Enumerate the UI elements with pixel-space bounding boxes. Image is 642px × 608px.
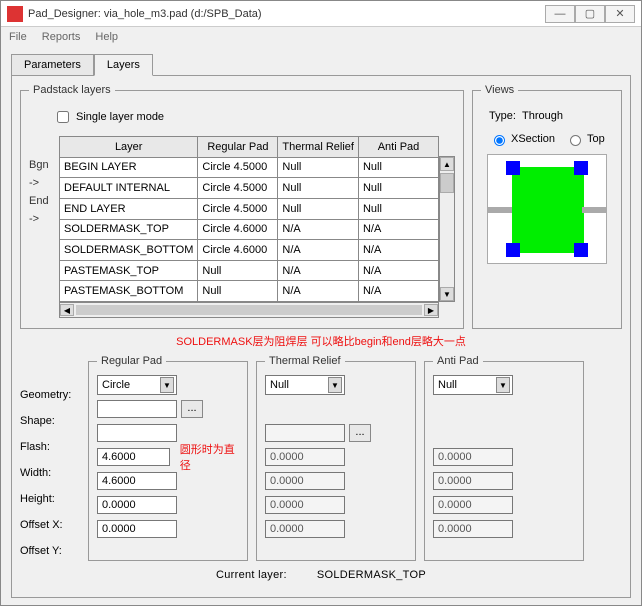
title-bar: Pad_Designer: via_hole_m3.pad (d:/SPB_Da… <box>1 1 641 27</box>
regular-offx-input[interactable]: 0.0000 <box>97 496 177 514</box>
table-row[interactable]: DEFAULT INTERNALCircle 4.5000NullNull <box>60 178 439 199</box>
regular-height-input[interactable]: 4.6000 <box>97 472 177 490</box>
radio-top[interactable]: Top <box>565 132 605 146</box>
menu-bar: File Reports Help <box>1 27 641 47</box>
annotation-soldermask: SOLDERMASK层为阻焊层 可以略比begin和end层略大一点 <box>20 333 622 349</box>
scroll-right-icon[interactable]: ▶ <box>424 304 438 316</box>
regular-width-input[interactable]: 4.6000 <box>97 448 170 466</box>
thermal-relief-group: Thermal Relief Null▼ ... 0.0000 0.0000 0… <box>256 355 416 561</box>
table-row[interactable]: PASTEMASK_TOPNullN/AN/A <box>60 260 439 281</box>
regular-offy-input[interactable]: 0.0000 <box>97 520 177 538</box>
current-layer-status: Current layer:SOLDERMASK_TOP <box>20 561 622 589</box>
anti-offx-input[interactable]: 0.0000 <box>433 496 513 514</box>
chevron-down-icon: ▼ <box>328 377 342 393</box>
annotation-diameter: 圆形时为直径 <box>180 441 239 473</box>
minimize-button[interactable]: — <box>545 5 575 23</box>
chevron-down-icon: ▼ <box>160 377 174 393</box>
anti-geometry-select[interactable]: Null▼ <box>433 375 513 395</box>
layers-table[interactable]: Layer Regular Pad Thermal Relief Anti Pa… <box>59 136 439 302</box>
browse-button[interactable]: ... <box>181 400 203 418</box>
padstack-legend: Padstack layers <box>29 84 115 96</box>
table-hscroll[interactable]: ◀ ▶ <box>59 302 439 318</box>
scroll-up-icon[interactable]: ▲ <box>440 157 454 171</box>
menu-reports[interactable]: Reports <box>42 31 81 43</box>
row-label-column: Bgn -> End -> <box>29 156 59 302</box>
menu-help[interactable]: Help <box>95 31 118 43</box>
tab-layers[interactable]: Layers <box>94 54 153 76</box>
radio-xsection[interactable]: XSection <box>489 132 555 146</box>
padstack-group: Padstack layers Single layer mode Bgn ->… <box>20 84 464 329</box>
thermal-geometry-select[interactable]: Null▼ <box>265 375 345 395</box>
app-icon <box>7 6 23 22</box>
views-group: Views Type: Through XSection Top <box>472 84 622 329</box>
tab-panel: Padstack layers Single layer mode Bgn ->… <box>11 75 631 598</box>
thermal-offx-input[interactable]: 0.0000 <box>265 496 345 514</box>
regular-geometry-select[interactable]: Circle▼ <box>97 375 177 395</box>
regular-pad-group: Regular Pad Circle▼ ... 4.6000圆形时为直径 4.6… <box>88 355 248 561</box>
thermal-width-input[interactable]: 0.0000 <box>265 448 345 466</box>
thermal-flash-input[interactable] <box>265 424 345 442</box>
window-title: Pad_Designer: via_hole_m3.pad (d:/SPB_Da… <box>28 8 545 20</box>
anti-width-input[interactable]: 0.0000 <box>433 448 513 466</box>
browse-button[interactable]: ... <box>349 424 371 442</box>
chevron-down-icon: ▼ <box>496 377 510 393</box>
scroll-down-icon[interactable]: ▼ <box>440 287 454 301</box>
anti-height-input[interactable]: 0.0000 <box>433 472 513 490</box>
tab-parameters[interactable]: Parameters <box>11 54 94 76</box>
table-row[interactable]: BEGIN LAYERCircle 4.5000NullNull <box>60 157 439 178</box>
close-button[interactable]: ✕ <box>605 5 635 23</box>
menu-file[interactable]: File <box>9 31 27 43</box>
table-vscroll[interactable]: ▲ ▼ <box>439 156 455 302</box>
maximize-button[interactable]: ▢ <box>575 5 605 23</box>
table-row[interactable]: SOLDERMASK_TOPCircle 4.6000N/AN/A <box>60 219 439 240</box>
table-row[interactable]: PASTEMASK_BOTTOMNullN/AN/A <box>60 281 439 302</box>
anti-pad-group: Anti Pad Null▼ 0.0000 0.0000 0.0000 0.00… <box>424 355 584 561</box>
field-labels: Geometry: Shape: Flash: Width: Height: O… <box>20 385 80 561</box>
thermal-offy-input[interactable]: 0.0000 <box>265 520 345 538</box>
scroll-left-icon[interactable]: ◀ <box>60 304 74 316</box>
pad-preview <box>487 154 607 264</box>
anti-offy-input[interactable]: 0.0000 <box>433 520 513 538</box>
app-window: Pad_Designer: via_hole_m3.pad (d:/SPB_Da… <box>0 0 642 606</box>
thermal-height-input[interactable]: 0.0000 <box>265 472 345 490</box>
single-layer-mode[interactable]: Single layer mode <box>53 108 455 126</box>
single-layer-checkbox[interactable] <box>57 111 69 123</box>
table-row[interactable]: SOLDERMASK_BOTTOMCircle 4.6000N/AN/A <box>60 240 439 261</box>
regular-shape-input[interactable] <box>97 400 177 418</box>
regular-flash-input[interactable] <box>97 424 177 442</box>
table-row[interactable]: END LAYERCircle 4.5000NullNull <box>60 198 439 219</box>
scroll-thumb[interactable] <box>440 173 454 193</box>
